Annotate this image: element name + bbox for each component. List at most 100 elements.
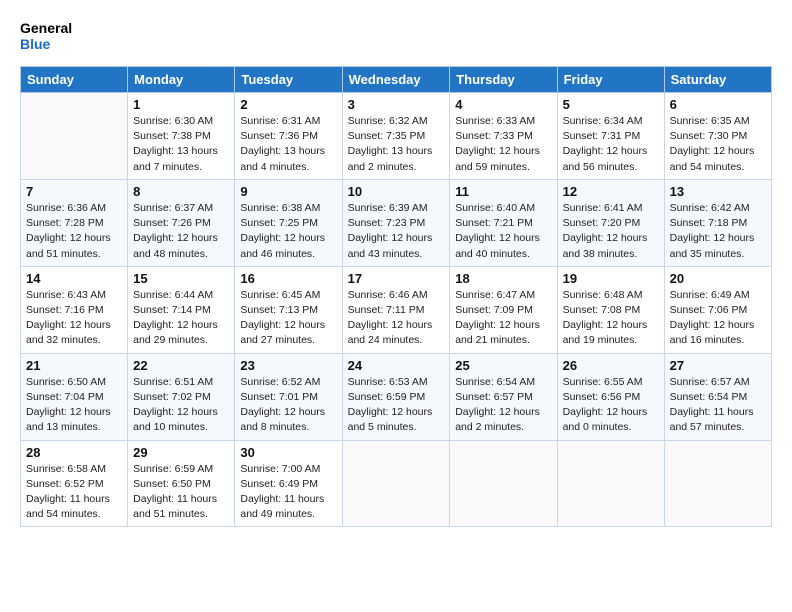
- logo-chevron-1: [80, 20, 88, 30]
- day-cell: 6 Sunrise: 6:35 AM Sunset: 7:30 PM Daylig…: [664, 93, 771, 180]
- day-number: 7: [26, 184, 122, 199]
- day-info: Sunrise: 6:48 AM Sunset: 7:08 PM Dayligh…: [563, 288, 659, 349]
- day-cell: 24 Sunrise: 6:53 AM Sunset: 6:59 PM Dayli…: [342, 353, 450, 440]
- weekday-header-tuesday: Tuesday: [235, 67, 342, 93]
- day-number: 16: [240, 271, 336, 286]
- day-cell: 3 Sunrise: 6:32 AM Sunset: 7:35 PM Daylig…: [342, 93, 450, 180]
- day-cell: 15 Sunrise: 6:44 AM Sunset: 7:14 PM Dayli…: [128, 266, 235, 353]
- day-cell: 18Sunrise: 6:47 AM Sunset: 7:09 PM Dayli…: [450, 266, 557, 353]
- day-info: Sunrise: 6:49 AM Sunset: 7:06 PM Dayligh…: [670, 288, 766, 349]
- day-number: 28: [26, 445, 122, 460]
- day-number: 22: [133, 358, 229, 373]
- logo-svg: General Blue: [20, 16, 90, 56]
- day-number: 8: [133, 184, 229, 199]
- logo: General Blue: [20, 16, 90, 56]
- day-number: 15: [133, 271, 229, 286]
- day-cell: 8 Sunrise: 6:37 AM Sunset: 7:26 PM Daylig…: [128, 179, 235, 266]
- day-number: 20: [670, 271, 766, 286]
- week-row-5: 28 Sunrise: 6:58 AM Sunset: 6:52 PM Dayli…: [21, 440, 772, 527]
- day-info: Sunrise: 6:53 AM Sunset: 6:59 PM Dayligh…: [348, 375, 445, 436]
- day-number: 23: [240, 358, 336, 373]
- day-info: Sunrise: 6:43 AM Sunset: 7:16 PM Dayligh…: [26, 288, 122, 349]
- day-cell: 28 Sunrise: 6:58 AM Sunset: 6:52 PM Dayli…: [21, 440, 128, 527]
- day-cell: 9 Sunrise: 6:38 AM Sunset: 7:25 PM Daylig…: [235, 179, 342, 266]
- day-info: Sunrise: 6:51 AM Sunset: 7:02 PM Dayligh…: [133, 375, 229, 436]
- day-number: 24: [348, 358, 445, 373]
- day-info: Sunrise: 6:36 AM Sunset: 7:28 PM Dayligh…: [26, 201, 122, 262]
- day-number: 14: [26, 271, 122, 286]
- logo-chevron-2: [83, 24, 90, 34]
- day-info: Sunrise: 6:45 AM Sunset: 7:13 PM Dayligh…: [240, 288, 336, 349]
- day-info: Sunrise: 6:58 AM Sunset: 6:52 PM Dayligh…: [26, 462, 122, 523]
- week-row-1: 1 Sunrise: 6:30 AM Sunset: 7:38 PM Daylig…: [21, 93, 772, 180]
- day-number: 30: [240, 445, 336, 460]
- day-info: Sunrise: 6:55 AM Sunset: 6:56 PM Dayligh…: [563, 375, 659, 436]
- day-number: 19: [563, 271, 659, 286]
- day-number: 10: [348, 184, 445, 199]
- week-row-3: 14 Sunrise: 6:43 AM Sunset: 7:16 PM Dayli…: [21, 266, 772, 353]
- day-info: Sunrise: 6:32 AM Sunset: 7:35 PM Dayligh…: [348, 114, 445, 175]
- day-cell: 4 Sunrise: 6:33 AM Sunset: 7:33 PM Daylig…: [450, 93, 557, 180]
- day-info: Sunrise: 6:50 AM Sunset: 7:04 PM Dayligh…: [26, 375, 122, 436]
- day-cell: 10Sunrise: 6:39 AM Sunset: 7:23 PM Dayli…: [342, 179, 450, 266]
- day-info: Sunrise: 6:54 AM Sunset: 6:57 PM Dayligh…: [455, 375, 551, 436]
- day-info: Sunrise: 6:37 AM Sunset: 7:26 PM Dayligh…: [133, 201, 229, 262]
- day-number: 21: [26, 358, 122, 373]
- day-info: Sunrise: 6:30 AM Sunset: 7:38 PM Dayligh…: [133, 114, 229, 175]
- logo-general: General: [20, 20, 72, 36]
- day-info: Sunrise: 6:59 AM Sunset: 6:50 PM Dayligh…: [133, 462, 229, 523]
- day-cell: 25Sunrise: 6:54 AM Sunset: 6:57 PM Dayli…: [450, 353, 557, 440]
- day-cell: 29 Sunrise: 6:59 AM Sunset: 6:50 PM Dayli…: [128, 440, 235, 527]
- day-number: 29: [133, 445, 229, 460]
- day-number: 17: [348, 271, 445, 286]
- day-number: 13: [670, 184, 766, 199]
- weekday-header-monday: Monday: [128, 67, 235, 93]
- day-number: 12: [563, 184, 659, 199]
- day-cell: 11 Sunrise: 6:40 AM Sunset: 7:21 PM Dayli…: [450, 179, 557, 266]
- day-cell: 19 Sunrise: 6:48 AM Sunset: 7:08 PM Dayli…: [557, 266, 664, 353]
- day-number: 9: [240, 184, 336, 199]
- day-cell: 21 Sunrise: 6:50 AM Sunset: 7:04 PM Dayli…: [21, 353, 128, 440]
- weekday-header-thursday: Thursday: [450, 67, 557, 93]
- day-info: Sunrise: 6:40 AM Sunset: 7:21 PM Dayligh…: [455, 201, 551, 262]
- day-number: 4: [455, 97, 551, 112]
- day-cell: 27Sunrise: 6:57 AM Sunset: 6:54 PM Dayli…: [664, 353, 771, 440]
- day-info: Sunrise: 6:38 AM Sunset: 7:25 PM Dayligh…: [240, 201, 336, 262]
- page: General Blue SundayMondayTuesdayWednesda…: [0, 0, 792, 612]
- day-cell: 14 Sunrise: 6:43 AM Sunset: 7:16 PM Dayli…: [21, 266, 128, 353]
- day-info: Sunrise: 6:34 AM Sunset: 7:31 PM Dayligh…: [563, 114, 659, 175]
- weekday-header-friday: Friday: [557, 67, 664, 93]
- day-number: 6: [670, 97, 766, 112]
- week-row-2: 7 Sunrise: 6:36 AM Sunset: 7:28 PM Daylig…: [21, 179, 772, 266]
- day-cell: 2Sunrise: 6:31 AM Sunset: 7:36 PM Daylig…: [235, 93, 342, 180]
- day-cell: 23Sunrise: 6:52 AM Sunset: 7:01 PM Dayli…: [235, 353, 342, 440]
- day-cell: [664, 440, 771, 527]
- day-number: 5: [563, 97, 659, 112]
- day-number: 27: [670, 358, 766, 373]
- day-cell: 30 Sunrise: 7:00 AM Sunset: 6:49 PM Dayli…: [235, 440, 342, 527]
- day-cell: [342, 440, 450, 527]
- day-number: 11: [455, 184, 551, 199]
- day-cell: 1 Sunrise: 6:30 AM Sunset: 7:38 PM Daylig…: [128, 93, 235, 180]
- day-info: Sunrise: 6:31 AM Sunset: 7:36 PM Dayligh…: [240, 114, 336, 175]
- day-info: Sunrise: 6:42 AM Sunset: 7:18 PM Dayligh…: [670, 201, 766, 262]
- day-number: 18: [455, 271, 551, 286]
- header: General Blue: [20, 16, 772, 56]
- day-cell: 12 Sunrise: 6:41 AM Sunset: 7:20 PM Dayli…: [557, 179, 664, 266]
- weekday-header-wednesday: Wednesday: [342, 67, 450, 93]
- day-info: Sunrise: 7:00 AM Sunset: 6:49 PM Dayligh…: [240, 462, 336, 523]
- day-info: Sunrise: 6:44 AM Sunset: 7:14 PM Dayligh…: [133, 288, 229, 349]
- logo-blue: Blue: [20, 36, 51, 52]
- day-info: Sunrise: 6:41 AM Sunset: 7:20 PM Dayligh…: [563, 201, 659, 262]
- day-info: Sunrise: 6:46 AM Sunset: 7:11 PM Dayligh…: [348, 288, 445, 349]
- day-cell: 7 Sunrise: 6:36 AM Sunset: 7:28 PM Daylig…: [21, 179, 128, 266]
- day-number: 3: [348, 97, 445, 112]
- day-cell: 5 Sunrise: 6:34 AM Sunset: 7:31 PM Daylig…: [557, 93, 664, 180]
- week-row-4: 21 Sunrise: 6:50 AM Sunset: 7:04 PM Dayli…: [21, 353, 772, 440]
- day-cell: 22 Sunrise: 6:51 AM Sunset: 7:02 PM Dayli…: [128, 353, 235, 440]
- weekday-header-row: SundayMondayTuesdayWednesdayThursdayFrid…: [21, 67, 772, 93]
- day-info: Sunrise: 6:33 AM Sunset: 7:33 PM Dayligh…: [455, 114, 551, 175]
- day-number: 1: [133, 97, 229, 112]
- day-info: Sunrise: 6:35 AM Sunset: 7:30 PM Dayligh…: [670, 114, 766, 175]
- day-cell: [450, 440, 557, 527]
